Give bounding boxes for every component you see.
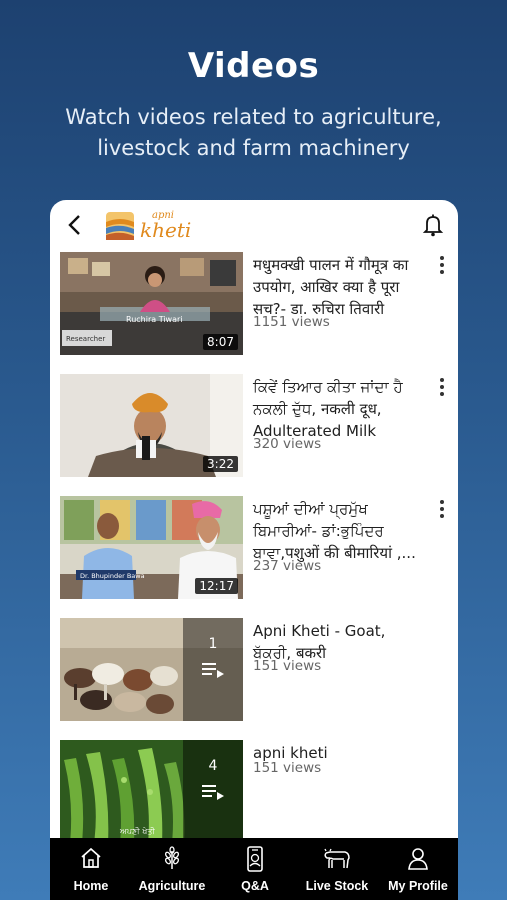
- video-item[interactable]: Ruchira Tiwari Researcher 8:07 मधुमक्खी …: [50, 252, 458, 362]
- playlist-overlay: 4: [183, 740, 243, 838]
- video-thumbnail[interactable]: Dr. Bhupinder Bawa 12:17: [60, 496, 243, 599]
- video-views: 320 views: [253, 436, 322, 452]
- video-title[interactable]: ਕਿਵੇਂ ਤਿਆਰ ਕੀਤਾ ਜਾਂਦਾ ਹੈ ਨਕਲੀ ਦੁੱਧ, नकली…: [253, 376, 421, 442]
- playlist-icon: [202, 785, 224, 800]
- nav-livestock[interactable]: Live Stock: [300, 838, 374, 900]
- playlist-count: 1: [208, 636, 218, 652]
- playlist-thumbnail[interactable]: 1: [60, 618, 243, 721]
- nav-home[interactable]: Home: [62, 838, 120, 900]
- video-duration: 8:07: [203, 334, 238, 350]
- video-thumbnail[interactable]: Ruchira Tiwari Researcher 8:07: [60, 252, 243, 355]
- video-item[interactable]: 3:22 ਕਿਵੇਂ ਤਿਆਰ ਕੀਤਾ ਜਾਂਦਾ ਹੈ ਨਕਲੀ ਦੁੱਧ,…: [50, 374, 458, 484]
- nav-label: Live Stock: [305, 879, 369, 893]
- more-options-icon[interactable]: [438, 500, 446, 520]
- logo-mark-icon: [106, 212, 134, 240]
- video-views: 1151 views: [253, 314, 330, 330]
- thumb-caption: Dr. Bhupinder Bawa: [80, 572, 145, 580]
- logo-big-text: kheti: [140, 218, 192, 242]
- nav-qa[interactable]: Q&A: [228, 838, 282, 900]
- video-list: Ruchira Tiwari Researcher 8:07 मधुमक्खी …: [50, 252, 458, 838]
- thumb-caption: ਅਪਣੀ ਖੇਤੀ: [119, 827, 155, 836]
- thumb-caption-2: Researcher: [66, 335, 105, 343]
- video-thumbnail[interactable]: 3:22: [60, 374, 243, 477]
- promo-title: Videos: [187, 46, 320, 86]
- playlist-item[interactable]: 1 Apni Kheti - Goat, ਬੱਕਰੀ, बकरी 151 vie…: [50, 618, 458, 728]
- bell-icon[interactable]: [422, 213, 444, 237]
- video-title[interactable]: मधुमक्खी पालन में गौमूत्र का उपयोग, आखिर…: [253, 254, 421, 320]
- playlist-views: 151 views: [253, 658, 322, 674]
- video-title[interactable]: ਪਸ਼ੂਆਂ ਦੀਆਂ ਪ੍ਰਮੁੱਖ ਬਿਮਾਰੀਆਂ- ਡਾਂ:ਭੁਪਿੰਦ…: [253, 498, 421, 564]
- home-icon: [81, 847, 101, 868]
- profile-icon: [408, 848, 428, 870]
- promo-subtitle: Watch videos related to agriculture, liv…: [65, 105, 442, 160]
- nav-agriculture[interactable]: Agriculture: [134, 838, 210, 900]
- nav-label: Agriculture: [138, 879, 206, 893]
- apni-kheti-logo[interactable]: apni kheti: [104, 208, 196, 244]
- more-options-icon[interactable]: [438, 256, 446, 276]
- cow-icon: [324, 848, 350, 869]
- more-options-icon[interactable]: [438, 378, 446, 398]
- playlist-overlay: 1: [183, 618, 243, 721]
- video-item[interactable]: Dr. Bhupinder Bawa 12:17 ਪਸ਼ੂਆਂ ਦੀਆਂ ਪ੍ਰ…: [50, 496, 458, 606]
- nav-my-profile[interactable]: My Profile: [384, 838, 452, 900]
- back-arrow-icon[interactable]: [64, 212, 86, 238]
- playlist-thumbnail[interactable]: ਅਪਣੀ ਖੇਤੀ 4: [60, 740, 243, 838]
- nav-label: Q&A: [241, 879, 269, 893]
- wheat-icon: [164, 846, 180, 869]
- bottom-navigation: Home Agriculture Q&A Live Stock My Profi…: [50, 838, 458, 900]
- app-bar: apni kheti: [50, 200, 458, 252]
- playlist-count: 4: [208, 758, 218, 774]
- playlist-views: 151 views: [253, 760, 322, 776]
- playlist-icon: [202, 663, 224, 678]
- thumb-caption: Ruchira Tiwari: [126, 315, 183, 324]
- nav-label: Home: [73, 879, 109, 893]
- video-duration: 12:17: [195, 578, 238, 594]
- video-duration: 3:22: [203, 456, 238, 472]
- nav-label: My Profile: [388, 879, 448, 893]
- phone-screen: apni kheti Ruchira Tiwari Researcher 8:0…: [50, 200, 458, 900]
- video-views: 237 views: [253, 558, 322, 574]
- playlist-item[interactable]: ਅਪਣੀ ਖੇਤੀ 4 apni kheti 151 views: [50, 740, 458, 838]
- qa-phone-icon: [247, 846, 263, 872]
